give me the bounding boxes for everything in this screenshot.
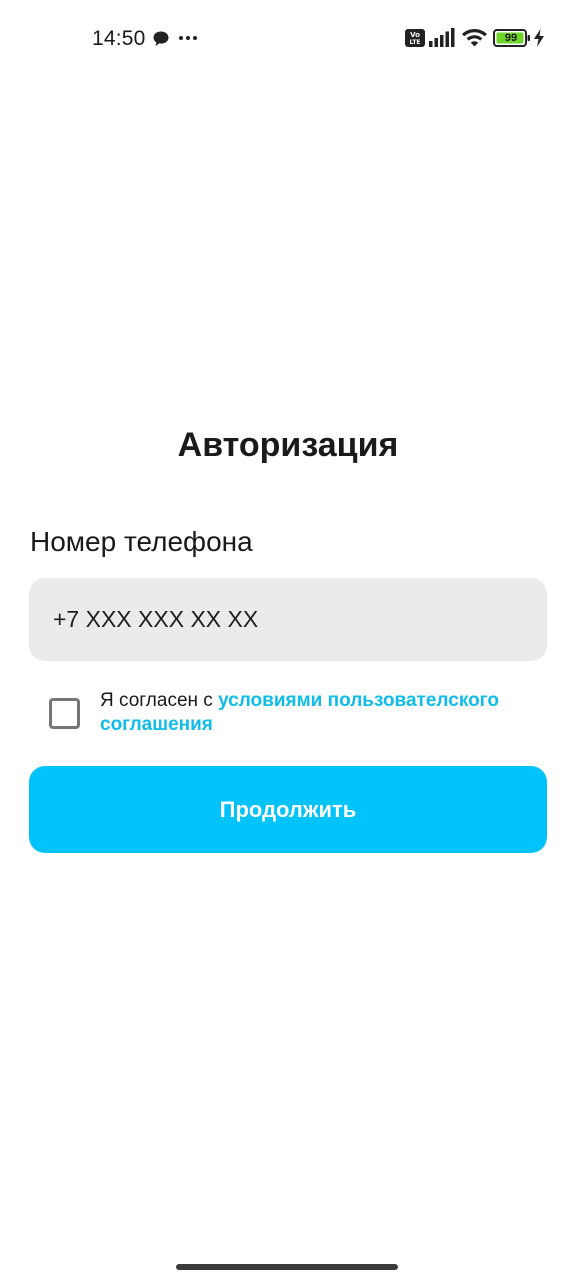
status-bar: 14:50 Vo LTE 99: [0, 0, 576, 76]
agreement-text: Я согласен с условиями пользователского …: [100, 689, 540, 737]
continue-button[interactable]: Продолжить: [29, 766, 547, 853]
page-title: Авторизация: [177, 426, 399, 464]
charging-bolt-icon: [534, 29, 544, 47]
battery-level: 99: [504, 32, 518, 44]
status-time: 14:50: [92, 27, 146, 50]
phone-input[interactable]: [29, 578, 547, 661]
agreement-prefix: Я согласен с: [100, 690, 219, 711]
wifi-icon: [462, 29, 487, 47]
continue-button-label: Продолжить: [219, 796, 357, 822]
home-indicator[interactable]: [176, 1264, 398, 1270]
svg-text:Vo: Vo: [410, 31, 420, 39]
volte-icon: Vo LTE: [405, 29, 425, 47]
chat-bubble-icon: [153, 31, 169, 46]
svg-text:LTE: LTE: [409, 39, 420, 46]
signal-icon: [429, 28, 455, 47]
phone-label: Номер телефона: [30, 526, 253, 557]
agreement-checkbox[interactable]: [49, 698, 80, 729]
auth-screen: 14:50 Vo LTE 99 Авторизация Номер телефо…: [0, 0, 576, 1280]
more-dots-icon: [179, 36, 197, 40]
